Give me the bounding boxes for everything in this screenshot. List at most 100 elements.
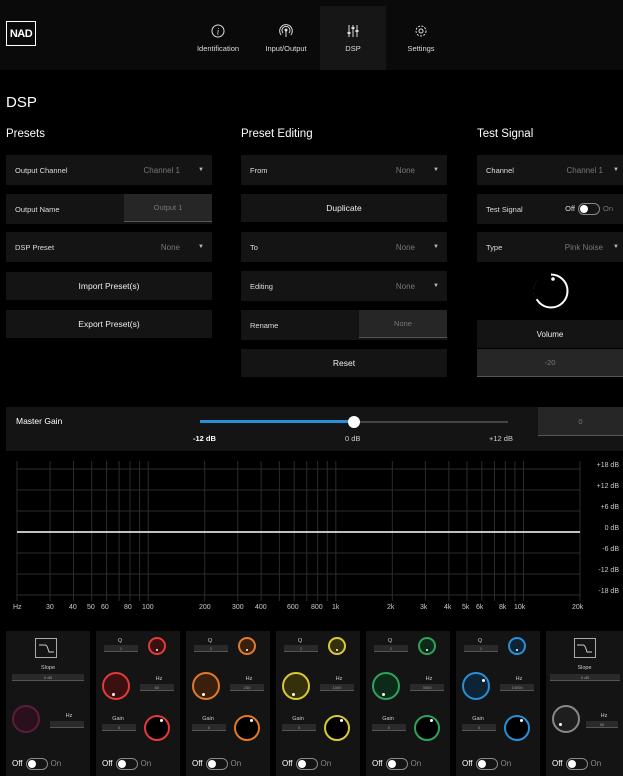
chevron-down-icon: ▼ [433, 244, 439, 250]
duplicate-button[interactable]: Duplicate [241, 194, 447, 222]
volume-input[interactable]: -20 [477, 349, 623, 377]
high-shelf-icon[interactable] [574, 638, 596, 658]
dsp-preset-select[interactable]: DSP Preset None ▼ [6, 232, 212, 262]
hz-input[interactable]: 60 [140, 684, 174, 691]
frequency-knob[interactable] [282, 672, 310, 700]
gain-input[interactable]: 0 [192, 724, 226, 731]
q-input[interactable]: 1 [104, 645, 138, 652]
test-signal-toggle[interactable]: Off On [565, 203, 613, 215]
type-select[interactable]: Type Pink Noise ▼ [477, 232, 623, 262]
hz-input[interactable]: 230 [230, 684, 264, 691]
master-gain-thumb[interactable] [348, 416, 360, 428]
to-label: To [250, 242, 258, 252]
q-input[interactable]: 1 [374, 645, 408, 652]
hz-input[interactable]: 1000 [320, 684, 354, 691]
band-toggle[interactable]: Off On [102, 758, 151, 770]
q-input[interactable]: 1 [194, 645, 228, 652]
toggle-switch[interactable] [295, 758, 318, 770]
q-knob[interactable] [508, 637, 526, 655]
tab-dsp[interactable]: DSP [320, 6, 386, 70]
hz-input[interactable] [50, 721, 84, 728]
master-gain-max: +12 dB [489, 434, 513, 443]
master-gain-label: Master Gain [16, 416, 63, 426]
toggle-switch[interactable] [205, 758, 228, 770]
knob-indicator [292, 693, 295, 696]
output-channel-select[interactable]: Output Channel Channel 1 ▼ [6, 155, 212, 185]
band-frequency-knob[interactable] [552, 705, 580, 733]
gain-knob[interactable] [324, 715, 350, 741]
reset-button[interactable]: Reset [241, 349, 447, 377]
knob-indicator [559, 723, 562, 726]
rename-label: Rename [250, 320, 279, 330]
toggle-switch[interactable] [475, 758, 498, 770]
q-input[interactable]: 1 [284, 645, 318, 652]
export-presets-button[interactable]: Export Preset(s) [6, 310, 212, 338]
x-label: 10k [514, 604, 526, 611]
off-label: Off [372, 759, 383, 769]
band-toggle[interactable]: Off On [462, 758, 511, 770]
q-knob[interactable] [148, 637, 166, 655]
gain-knob[interactable] [414, 715, 440, 741]
chevron-down-icon: ▼ [433, 167, 439, 173]
q-knob[interactable] [418, 637, 436, 655]
low-shelf-icon[interactable] [35, 638, 57, 658]
volume-knob[interactable] [532, 272, 570, 310]
on-label: On [500, 759, 512, 769]
tab-label: DSP [345, 43, 361, 53]
tab-settings[interactable]: Settings [388, 6, 454, 70]
band-toggle[interactable]: Off On [192, 758, 241, 770]
x-label: 200 [199, 604, 211, 611]
gain-input[interactable]: 0 [462, 724, 496, 731]
q-value: 1 [479, 646, 483, 651]
toggle-switch[interactable] [385, 758, 408, 770]
to-select[interactable]: To None ▼ [241, 232, 447, 262]
toggle-switch[interactable] [577, 203, 600, 215]
master-gain-mid: 0 dB [345, 434, 361, 443]
from-select[interactable]: From None ▼ [241, 155, 447, 185]
frequency-knob[interactable] [462, 672, 490, 700]
toggle-switch[interactable] [115, 758, 138, 770]
hz-input[interactable]: 50 [586, 721, 618, 728]
rename-input[interactable]: None [359, 310, 447, 338]
chevron-down-icon: ▼ [613, 167, 619, 173]
hz-input[interactable]: 14000 [500, 684, 534, 691]
frequency-knob[interactable] [102, 672, 130, 700]
output-name-input[interactable]: Output 1 [124, 194, 212, 222]
band-toggle[interactable]: Off On [372, 758, 421, 770]
gain-knob[interactable] [504, 715, 530, 741]
test-signal-row: Test Signal Off On [477, 194, 623, 224]
frequency-knob[interactable] [372, 672, 400, 700]
editing-label: Editing [250, 281, 273, 291]
gain-input[interactable]: 0 [102, 724, 136, 731]
slope-selector[interactable]: 0 dB [550, 674, 620, 681]
x-label: 8k [499, 604, 507, 611]
q-input[interactable]: 1 [464, 645, 498, 652]
q-knob[interactable] [238, 637, 256, 655]
master-gain-input[interactable]: 0 [538, 407, 623, 436]
gain-knob[interactable] [144, 715, 170, 741]
band-toggle[interactable]: Off On [12, 758, 61, 770]
frequency-knob[interactable] [192, 672, 220, 700]
gain-input[interactable]: 0 [372, 724, 406, 731]
editing-select[interactable]: Editing None ▼ [241, 271, 447, 301]
import-presets-button[interactable]: Import Preset(s) [6, 272, 212, 300]
q-knob[interactable] [328, 637, 346, 655]
tab-identification[interactable]: i Identification [186, 6, 250, 70]
gain-input[interactable]: 0 [282, 724, 316, 731]
slope-selector[interactable]: 0 dB [12, 674, 84, 681]
channel-select[interactable]: Channel Channel 1 ▼ [477, 155, 623, 185]
hz-input[interactable]: 3000 [410, 684, 444, 691]
knob-indicator [202, 693, 205, 696]
toggle-switch[interactable] [25, 758, 48, 770]
gain-knob[interactable] [234, 715, 260, 741]
page-title: DSP [6, 94, 37, 111]
eq-graph[interactable] [0, 455, 623, 615]
off-label: Off [462, 759, 473, 769]
tab-input-output[interactable]: Input/Output [254, 6, 318, 70]
band-frequency-knob[interactable] [12, 705, 40, 733]
toggle-switch[interactable] [565, 758, 588, 770]
band-toggle[interactable]: Off On [552, 758, 601, 770]
hz-label: Hz [600, 713, 608, 719]
band-toggle[interactable]: Off On [282, 758, 331, 770]
x-label: 50 [87, 604, 95, 611]
